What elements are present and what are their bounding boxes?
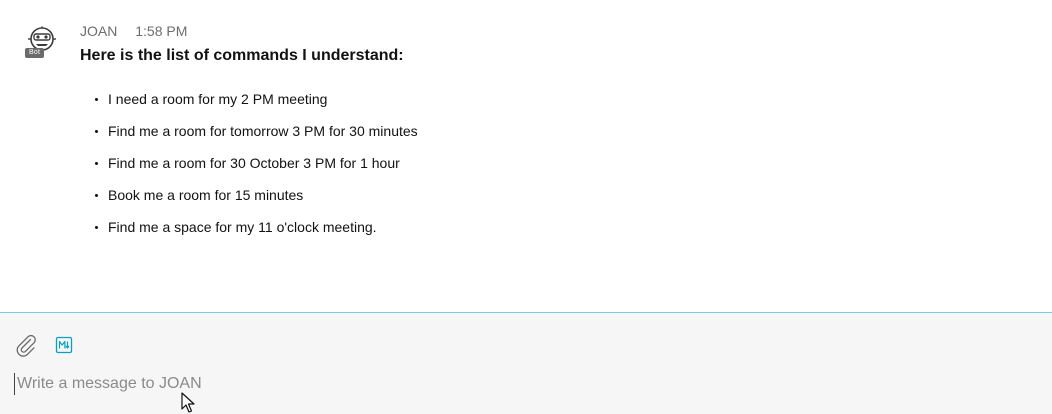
list-item: Find me a space for my 11 o'clock meetin… [80,216,418,248]
bullet-icon [95,98,98,101]
conversation-pane: Bot JOAN 1:58 PM Here is the list of com… [0,0,1052,312]
paperclip-icon [16,334,36,357]
chat-app: Bot JOAN 1:58 PM Here is the list of com… [0,0,1052,414]
bullet-icon [95,130,98,133]
bot-avatar[interactable]: Bot [24,26,60,62]
command-text: Book me a room for 15 minutes [108,187,304,203]
list-item: Find me a room for tomorrow 3 PM for 30 … [80,120,418,152]
message-input[interactable] [14,373,1037,395]
message-composer [0,312,1052,414]
bullet-icon [95,226,98,229]
markdown-icon [55,336,73,354]
command-list: I need a room for my 2 PM meeting Find m… [80,88,418,248]
list-item: Book me a room for 15 minutes [80,184,418,216]
bot-badge: Bot [25,48,45,58]
message-title: Here is the list of commands I understan… [80,47,404,64]
markdown-button[interactable] [52,333,76,357]
bullet-icon [95,162,98,165]
bot-message: Bot JOAN 1:58 PM Here is the list of com… [0,0,1052,312]
attach-file-button[interactable] [14,333,38,357]
list-item: I need a room for my 2 PM meeting [80,88,418,120]
message-header: JOAN 1:58 PM [80,23,187,39]
list-item: Find me a room for 30 October 3 PM for 1… [80,152,418,184]
command-text: Find me a space for my 11 o'clock meetin… [108,219,377,235]
command-text: Find me a room for tomorrow 3 PM for 30 … [108,123,418,139]
command-text: I need a room for my 2 PM meeting [108,91,328,107]
bullet-icon [95,194,98,197]
command-text: Find me a room for 30 October 3 PM for 1… [108,155,400,171]
sender-name[interactable]: JOAN [80,23,117,39]
message-timestamp: 1:58 PM [135,23,188,39]
